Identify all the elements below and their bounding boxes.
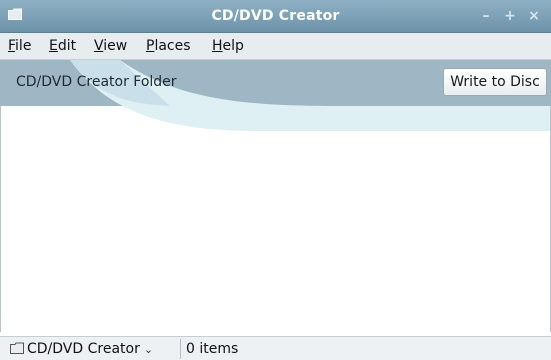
menu-edit[interactable]: Edit — [49, 37, 76, 55]
status-bar: CD/DVD Creator ⌄ 0 items — [0, 336, 551, 360]
folder-label: CD/DVD Creator Folder — [16, 74, 177, 90]
menu-view-mnemonic: V — [94, 38, 104, 54]
menu-file[interactable]: File — [8, 37, 31, 55]
write-to-disc-button[interactable]: Write to Disc — [443, 68, 547, 96]
file-view-area[interactable] — [0, 106, 551, 332]
menu-bar: File Edit View Places Help — [0, 33, 551, 60]
minimize-button[interactable]: – — [476, 6, 496, 26]
menu-view[interactable]: View — [94, 37, 127, 55]
folder-icon — [10, 342, 24, 354]
menu-edit-label: dit — [57, 38, 77, 54]
items-count: 0 items — [186, 341, 239, 357]
window-title: CD/DVD Creator — [211, 8, 340, 24]
menu-file-label: ile — [15, 38, 32, 54]
menu-file-mnemonic: F — [8, 38, 16, 54]
status-separator — [180, 339, 181, 359]
location-dropdown[interactable]: CD/DVD Creator ⌄ — [10, 340, 153, 358]
menu-edit-mnemonic: E — [49, 38, 58, 54]
menu-help-label: elp — [222, 38, 244, 54]
menu-help-mnemonic: H — [212, 38, 223, 54]
menu-places[interactable]: Places — [146, 37, 191, 55]
title-bar[interactable]: CD/DVD Creator – + × — [0, 0, 551, 33]
menu-view-label: iew — [103, 38, 128, 54]
cd-dvd-creator-window: CD/DVD Creator – + × File Edit View Plac… — [0, 0, 551, 360]
maximize-button[interactable]: + — [500, 6, 520, 26]
menu-places-label: laces — [154, 38, 191, 54]
close-button[interactable]: × — [524, 6, 544, 26]
location-dropdown-label: CD/DVD Creator — [27, 341, 140, 357]
menu-help[interactable]: Help — [212, 37, 244, 55]
chevron-down-icon: ⌄ — [143, 343, 154, 356]
